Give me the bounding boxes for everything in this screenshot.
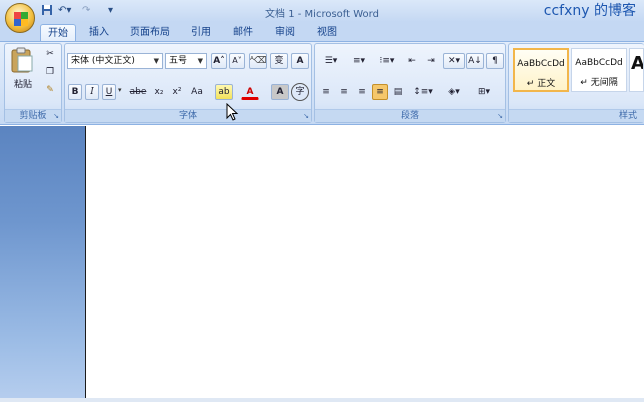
styles-group-label: 样式 bbox=[618, 111, 637, 121]
show-marks-button[interactable]: ¶ bbox=[486, 53, 504, 69]
align-center-button[interactable]: ≡ bbox=[336, 84, 352, 100]
align-left-button[interactable]: ≡ bbox=[318, 84, 334, 100]
bold-button[interactable]: B bbox=[68, 84, 82, 100]
font-size-combo[interactable]: 五号 ▼ bbox=[165, 53, 207, 69]
phonetic-guide-button[interactable]: 变 bbox=[270, 53, 288, 69]
line-spacing-button[interactable]: ↕≡▾ bbox=[411, 84, 435, 100]
numbering-button[interactable]: ≡▾ bbox=[346, 53, 372, 69]
font-group-label: 字体 bbox=[178, 111, 197, 121]
cut-icon[interactable]: ✂ bbox=[41, 46, 59, 62]
multilevel-list-button[interactable]: ⁝≡▾ bbox=[374, 53, 400, 69]
tab-page-layout[interactable]: 页面布局 bbox=[124, 24, 176, 41]
chevron-down-icon: ▼ bbox=[153, 57, 159, 65]
shading-button[interactable]: ◈▾ bbox=[441, 84, 467, 100]
style-heading[interactable]: A bbox=[629, 48, 644, 92]
decrease-indent-button[interactable]: ⇤ bbox=[403, 53, 421, 69]
enclose-characters-button[interactable]: 字 bbox=[291, 83, 309, 101]
dialog-launcher-icon[interactable]: ↘ bbox=[303, 110, 309, 123]
grow-font-button[interactable]: A˄ bbox=[211, 53, 227, 69]
shrink-font-button[interactable]: A˅ bbox=[229, 53, 245, 69]
clear-format-button[interactable]: ᴬ⌫ bbox=[249, 53, 267, 69]
office-logo-icon bbox=[14, 12, 21, 19]
chinese-layout-button[interactable]: ✕▾ bbox=[443, 53, 465, 69]
dialog-launcher-icon[interactable]: ↘ bbox=[53, 110, 59, 123]
superscript-button[interactable]: x² bbox=[169, 84, 185, 100]
bullets-button[interactable]: ☰▾ bbox=[318, 53, 344, 69]
paragraph-group-label: 段落 bbox=[400, 111, 419, 121]
dialog-launcher-icon[interactable]: ↘ bbox=[497, 110, 503, 123]
left-navigation-pane bbox=[0, 126, 85, 398]
clipboard-icon bbox=[11, 47, 33, 73]
tab-mailings[interactable]: 邮件 bbox=[226, 24, 260, 41]
borders-button[interactable]: ⊞▾ bbox=[471, 84, 497, 100]
subscript-button[interactable]: x₂ bbox=[151, 84, 167, 100]
change-case-button[interactable]: Aa bbox=[187, 84, 207, 100]
strikethrough-button[interactable]: abe bbox=[127, 84, 149, 100]
style-no-spacing[interactable]: AaBbCcDd ↵ 无间隔 bbox=[571, 48, 627, 92]
tab-home[interactable]: 开始 bbox=[40, 24, 76, 41]
character-border-button[interactable]: A bbox=[291, 53, 309, 69]
increase-indent-button[interactable]: ⇥ bbox=[422, 53, 440, 69]
highlight-button[interactable]: ab bbox=[215, 84, 233, 100]
tab-review[interactable]: 审阅 bbox=[268, 24, 302, 41]
distributed-button[interactable]: ▤ bbox=[390, 84, 406, 100]
office-button[interactable] bbox=[5, 3, 35, 33]
font-group: 宋体 (中文正文) ▼ 五号 ▼ A˄ A˅ ᴬ⌫ 变 A B I U ▾ abe … bbox=[64, 43, 312, 123]
clipboard-group: 粘贴 ✂ ❐ ✎ 剪贴板 ↘ bbox=[4, 43, 62, 123]
italic-button[interactable]: I bbox=[85, 84, 99, 100]
font-name-combo[interactable]: 宋体 (中文正文) ▼ bbox=[67, 53, 163, 69]
chevron-down-icon[interactable]: ▾ bbox=[118, 86, 122, 94]
underline-button[interactable]: U bbox=[102, 84, 116, 100]
watermark-text: ccfxny 的博客 bbox=[543, 3, 636, 19]
chevron-down-icon: ▼ bbox=[197, 57, 203, 65]
copy-icon[interactable]: ❐ bbox=[41, 64, 59, 80]
character-shading-button[interactable]: A bbox=[271, 84, 289, 100]
style-normal[interactable]: AaBbCcDd ↵ 正文 bbox=[513, 48, 569, 92]
format-painter-icon[interactable]: ✎ bbox=[41, 82, 59, 98]
bottom-edge bbox=[0, 398, 644, 402]
highlighter-icon: ab bbox=[218, 87, 230, 97]
tab-references[interactable]: 引用 bbox=[184, 24, 218, 41]
sort-button[interactable]: A↓ bbox=[466, 53, 484, 69]
mouse-cursor-icon bbox=[226, 102, 240, 121]
paint-bucket-icon: ◈ bbox=[448, 87, 456, 97]
document-canvas[interactable] bbox=[85, 126, 644, 398]
clipboard-group-label: 剪贴板 bbox=[19, 111, 47, 121]
paragraph-group: ☰▾ ≡▾ ⁝≡▾ ⇤ ⇥ ✕▾ A↓ ¶ ≡ ≡ ≡ ≡ ▤ ↕≡▾ ◈▾ ⊞… bbox=[314, 43, 506, 123]
justify-button[interactable]: ≡ bbox=[372, 84, 388, 100]
paste-button[interactable]: 粘贴 bbox=[8, 46, 38, 94]
tab-insert[interactable]: 插入 bbox=[82, 24, 116, 41]
align-right-button[interactable]: ≡ bbox=[354, 84, 370, 100]
paste-label: 粘贴 bbox=[13, 80, 32, 90]
font-color-button[interactable]: A bbox=[241, 84, 259, 100]
tab-view[interactable]: 视图 bbox=[310, 24, 344, 41]
